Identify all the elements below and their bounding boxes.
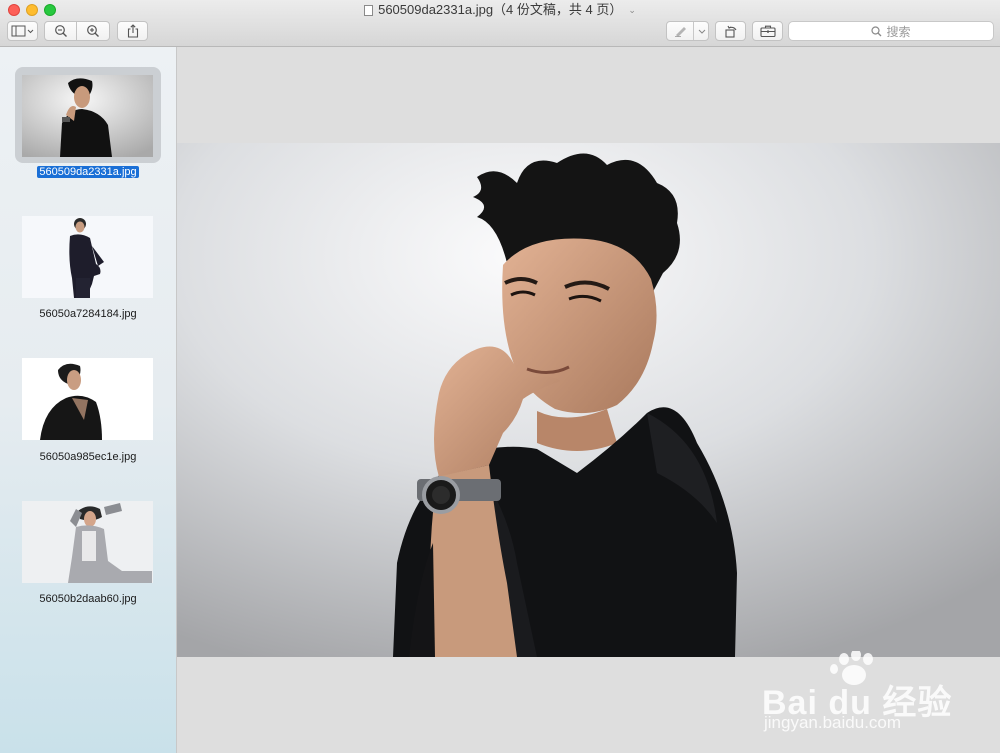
thumbnail-1[interactable] bbox=[22, 75, 153, 157]
thumbnail-2[interactable] bbox=[22, 216, 153, 298]
thumbnail-3[interactable] bbox=[22, 358, 153, 440]
toolbox-button[interactable] bbox=[752, 21, 783, 41]
thumbnail-3-label[interactable]: 56050a985ec1e.jpg bbox=[0, 451, 176, 463]
thumbnail-1-label[interactable]: 560509da2331a.jpg bbox=[0, 166, 176, 178]
toolbox-icon bbox=[759, 25, 776, 37]
preview-window: 560509da2331a.jpg（4 份文稿，共 4 页） ⌄ 搜索 5605… bbox=[0, 0, 1000, 753]
standing-man-thumbnail-image bbox=[22, 216, 153, 298]
zoom-out-button[interactable] bbox=[44, 21, 77, 41]
window-title-text: 560509da2331a.jpg（4 份文稿，共 4 页） bbox=[378, 2, 623, 17]
markup-pen-icon bbox=[675, 27, 686, 37]
portrait-thumbnail-image bbox=[22, 75, 153, 157]
zoom-in-button[interactable] bbox=[76, 21, 110, 41]
sitting-man-thumbnail-image bbox=[22, 501, 153, 583]
rotate-icon bbox=[724, 25, 736, 38]
chevron-down-icon bbox=[698, 29, 706, 34]
thumbnail-4-label[interactable]: 56050b2daab60.jpg bbox=[0, 593, 176, 605]
search-field[interactable]: 搜索 bbox=[788, 21, 994, 41]
main-photo bbox=[177, 143, 1000, 657]
baidu-jingyan-watermark: Bai du 经验 jingyan.baidu.com bbox=[762, 649, 951, 732]
share-icon bbox=[127, 24, 138, 38]
search-placeholder: 搜索 bbox=[886, 24, 911, 39]
sidebar-toggle-button[interactable] bbox=[7, 21, 38, 41]
thumbnail-4[interactable] bbox=[22, 501, 153, 583]
search-icon bbox=[871, 25, 882, 36]
window-title[interactable]: 560509da2331a.jpg（4 份文稿，共 4 页） ⌄ bbox=[0, 2, 1000, 18]
rotate-button[interactable] bbox=[715, 21, 746, 41]
share-button[interactable] bbox=[117, 21, 148, 41]
portrait-photo-image bbox=[177, 143, 1000, 657]
watermark-url: jingyan.baidu.com bbox=[764, 713, 902, 732]
reclining-man-thumbnail-image bbox=[22, 358, 153, 440]
zoom-in-icon bbox=[87, 25, 99, 37]
markup-button[interactable] bbox=[666, 21, 709, 41]
sidebar-toggle-icon bbox=[11, 25, 33, 37]
thumbnail-2-label[interactable]: 56050a7284184.jpg bbox=[0, 308, 176, 320]
image-viewport[interactable]: Bai du 经验 jingyan.baidu.com bbox=[177, 47, 1000, 753]
document-icon bbox=[364, 5, 374, 16]
thumbnail-sidebar: 560509da2331a.jpg 56050a7284184.jpg 5605… bbox=[0, 47, 177, 753]
chevron-down-icon: ⌄ bbox=[628, 5, 636, 15]
title-toolbar: 560509da2331a.jpg（4 份文稿，共 4 页） ⌄ 搜索 bbox=[0, 0, 1000, 47]
zoom-out-icon bbox=[54, 25, 67, 37]
